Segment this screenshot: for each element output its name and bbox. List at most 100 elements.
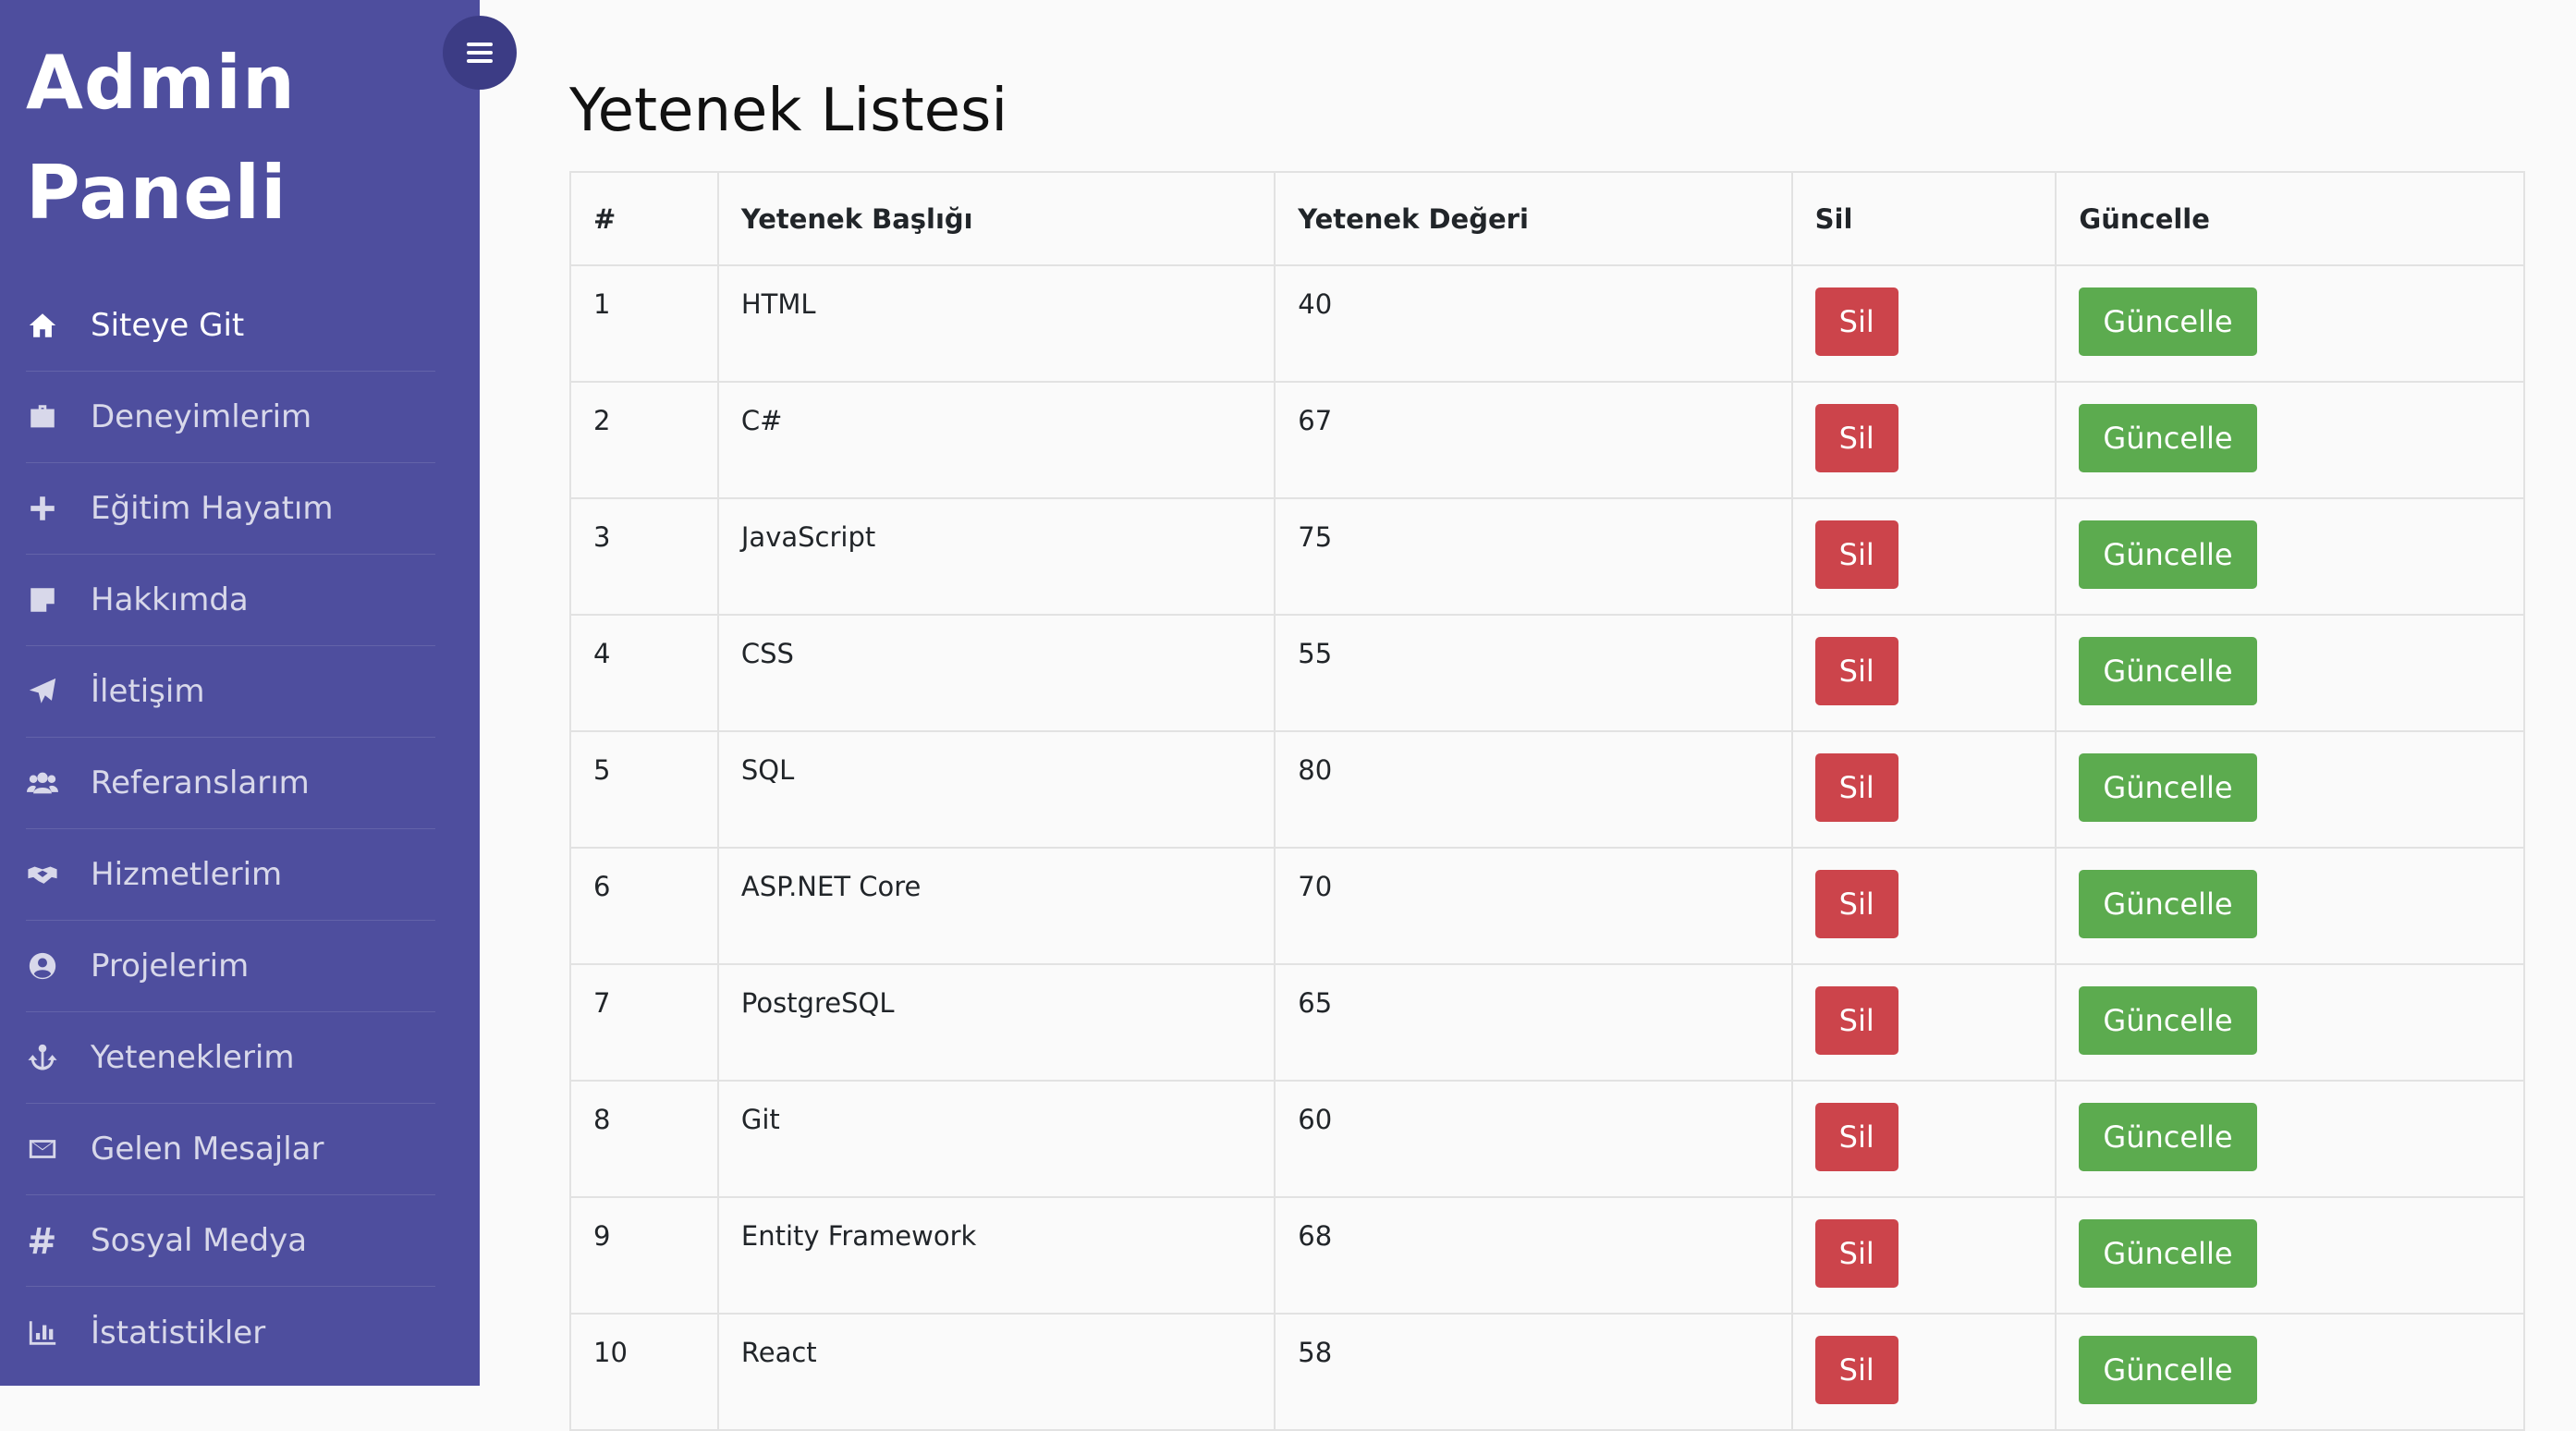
cell-update: Güncelle bbox=[2055, 963, 2525, 1082]
sidebar-menu: Siteye Git Deneyimlerim Eğitim Hayatım H… bbox=[26, 280, 435, 1378]
cell-update: Güncelle bbox=[2055, 847, 2525, 965]
table-row: 2 C# 67 Sil Güncelle bbox=[569, 381, 2525, 499]
cell-delete: Sil bbox=[1790, 730, 2057, 849]
update-button[interactable]: Güncelle bbox=[2079, 1336, 2257, 1404]
cell-title: ASP.NET Core bbox=[716, 847, 1276, 965]
column-header-id: # bbox=[569, 171, 719, 266]
home-icon bbox=[26, 309, 59, 342]
table-body: 1 HTML 40 Sil Güncelle 2 C# 67 Sil Güncelle 3 JavaS… bbox=[569, 264, 2525, 1431]
table-row: 4 CSS 55 Sil Güncelle bbox=[569, 614, 2525, 732]
cell-value: 70 bbox=[1274, 847, 1793, 965]
cell-id: 1 bbox=[569, 264, 719, 383]
cell-value: 55 bbox=[1274, 614, 1793, 732]
cell-title: HTML bbox=[716, 264, 1276, 383]
sidebar-item-siteye-git[interactable]: Siteye Git bbox=[26, 280, 435, 372]
cell-delete: Sil bbox=[1790, 1080, 2057, 1198]
table-row: 3 JavaScript 75 Sil Güncelle bbox=[569, 497, 2525, 616]
column-header-delete: Sil bbox=[1790, 171, 2057, 266]
delete-button[interactable]: Sil bbox=[1814, 753, 1898, 822]
sidebar-item-label: Hizmetlerim bbox=[91, 856, 283, 893]
delete-button[interactable]: Sil bbox=[1814, 870, 1898, 938]
sticky-note-icon bbox=[26, 583, 59, 617]
cell-id: 9 bbox=[569, 1196, 719, 1315]
cell-title: Git bbox=[716, 1080, 1276, 1198]
user-circle-icon bbox=[26, 949, 59, 983]
update-button[interactable]: Güncelle bbox=[2079, 287, 2257, 356]
sidebar-item-label: Deneyimlerim bbox=[91, 398, 312, 435]
cell-value: 75 bbox=[1274, 497, 1793, 616]
cell-delete: Sil bbox=[1790, 614, 2057, 732]
delete-button[interactable]: Sil bbox=[1814, 637, 1898, 705]
table-row: 6 ASP.NET Core 70 Sil Güncelle bbox=[569, 847, 2525, 965]
delete-button[interactable]: Sil bbox=[1814, 1336, 1898, 1404]
handshake-icon bbox=[26, 858, 59, 891]
sidebar-item-deneyimlerim[interactable]: Deneyimlerim bbox=[26, 372, 435, 463]
sidebar-item-yeteneklerim[interactable]: Yeteneklerim bbox=[26, 1012, 435, 1104]
sidebar-item-label: İletişim bbox=[91, 673, 205, 710]
users-icon bbox=[26, 766, 59, 800]
cell-title: SQL bbox=[716, 730, 1276, 849]
cell-update: Güncelle bbox=[2055, 497, 2525, 616]
sidebar-item-label: Referanslarım bbox=[91, 764, 310, 801]
cell-delete: Sil bbox=[1790, 497, 2057, 616]
update-button[interactable]: Güncelle bbox=[2079, 404, 2257, 472]
sidebar-item-egitim-hayatim[interactable]: Eğitim Hayatım bbox=[26, 463, 435, 555]
cell-value: 65 bbox=[1274, 963, 1793, 1082]
sidebar-item-hizmetlerim[interactable]: Hizmetlerim bbox=[26, 829, 435, 921]
update-button[interactable]: Güncelle bbox=[2079, 986, 2257, 1055]
cell-update: Güncelle bbox=[2055, 1196, 2525, 1315]
cell-update: Güncelle bbox=[2055, 1080, 2525, 1198]
plus-icon bbox=[26, 492, 59, 525]
cell-delete: Sil bbox=[1790, 1313, 2057, 1431]
paper-plane-icon bbox=[26, 675, 59, 708]
cell-id: 7 bbox=[569, 963, 719, 1082]
sidebar-toggle-button[interactable] bbox=[443, 16, 517, 90]
cell-update: Güncelle bbox=[2055, 381, 2525, 499]
sidebar-item-sosyal-medya[interactable]: Sosyal Medya bbox=[26, 1195, 435, 1287]
delete-button[interactable]: Sil bbox=[1814, 287, 1898, 356]
cell-title: Entity Framework bbox=[716, 1196, 1276, 1315]
sidebar-item-projelerim[interactable]: Projelerim bbox=[26, 921, 435, 1012]
sidebar-item-hakkimda[interactable]: Hakkımda bbox=[26, 555, 435, 646]
cell-delete: Sil bbox=[1790, 381, 2057, 499]
cell-delete: Sil bbox=[1790, 847, 2057, 965]
brand-title: Admin Paneli bbox=[26, 28, 435, 248]
cell-delete: Sil bbox=[1790, 264, 2057, 383]
sidebar-item-iletisim[interactable]: İletişim bbox=[26, 646, 435, 738]
table-row: 8 Git 60 Sil Güncelle bbox=[569, 1080, 2525, 1198]
cell-title: PostgreSQL bbox=[716, 963, 1276, 1082]
sidebar-item-gelen-mesajlar[interactable]: Gelen Mesajlar bbox=[26, 1104, 435, 1195]
table-row: 7 PostgreSQL 65 Sil Güncelle bbox=[569, 963, 2525, 1082]
delete-button[interactable]: Sil bbox=[1814, 520, 1898, 589]
cell-update: Güncelle bbox=[2055, 614, 2525, 732]
cell-id: 10 bbox=[569, 1313, 719, 1431]
delete-button[interactable]: Sil bbox=[1814, 1219, 1898, 1288]
cell-update: Güncelle bbox=[2055, 730, 2525, 849]
sidebar-item-label: Yeteneklerim bbox=[91, 1039, 295, 1076]
cell-value: 68 bbox=[1274, 1196, 1793, 1315]
update-button[interactable]: Güncelle bbox=[2079, 1219, 2257, 1288]
update-button[interactable]: Güncelle bbox=[2079, 637, 2257, 705]
sidebar-item-label: Eğitim Hayatım bbox=[91, 490, 334, 527]
update-button[interactable]: Güncelle bbox=[2079, 1103, 2257, 1171]
briefcase-icon bbox=[26, 400, 59, 434]
delete-button[interactable]: Sil bbox=[1814, 1103, 1898, 1171]
update-button[interactable]: Güncelle bbox=[2079, 520, 2257, 589]
table-row: 5 SQL 80 Sil Güncelle bbox=[569, 730, 2525, 849]
sidebar-item-istatistikler[interactable]: İstatistikler bbox=[26, 1287, 435, 1378]
delete-button[interactable]: Sil bbox=[1814, 404, 1898, 472]
sidebar-item-referanslarim[interactable]: Referanslarım bbox=[26, 738, 435, 829]
cell-value: 67 bbox=[1274, 381, 1793, 499]
brand-line-1: Admin bbox=[26, 40, 296, 126]
update-button[interactable]: Güncelle bbox=[2079, 753, 2257, 822]
cell-value: 60 bbox=[1274, 1080, 1793, 1198]
envelope-icon bbox=[26, 1132, 59, 1166]
sidebar-item-label: Sosyal Medya bbox=[91, 1222, 308, 1259]
update-button[interactable]: Güncelle bbox=[2079, 870, 2257, 938]
brand-line-2: Paneli bbox=[26, 150, 287, 236]
sidebar-item-label: İstatistikler bbox=[91, 1314, 266, 1352]
table-row: 9 Entity Framework 68 Sil Güncelle bbox=[569, 1196, 2525, 1315]
page-title: Yetenek Listesi bbox=[569, 77, 1008, 145]
delete-button[interactable]: Sil bbox=[1814, 986, 1898, 1055]
cell-value: 40 bbox=[1274, 264, 1793, 383]
